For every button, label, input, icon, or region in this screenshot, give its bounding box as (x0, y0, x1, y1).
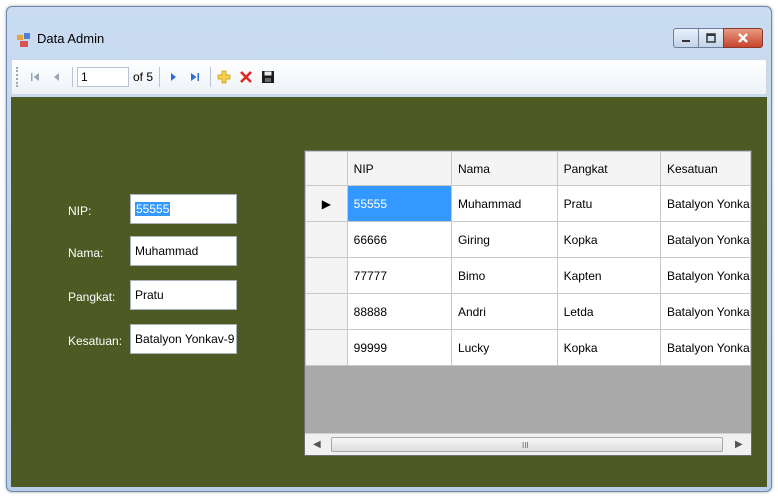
table-cell[interactable]: 77777 (346, 257, 452, 294)
table-cell[interactable]: Pratu (556, 185, 661, 222)
column-header-nip[interactable]: NIP (346, 151, 452, 186)
table-row[interactable]: ▶ 55555 Muhammad Pratu Batalyon Yonka (305, 185, 751, 222)
minimize-button[interactable] (673, 28, 699, 48)
table-cell[interactable]: Batalyon Yonka (659, 185, 751, 222)
table-cell[interactable]: Bimo (450, 257, 558, 294)
save-button[interactable] (259, 67, 277, 87)
column-header-nama[interactable]: Nama (450, 151, 558, 186)
table-cell[interactable]: Batalyon Yonka (659, 293, 751, 330)
table-cell[interactable]: 99999 (346, 329, 452, 366)
nama-label: Nama: (68, 246, 104, 260)
last-record-button[interactable] (186, 67, 204, 87)
nip-field[interactable]: 55555 (130, 194, 237, 224)
column-header-kesatuan[interactable]: Kesatuan (659, 151, 751, 186)
table-cell[interactable]: Muhammad (450, 185, 558, 222)
scroll-left-icon[interactable]: ◀ (313, 439, 321, 450)
form-client-area: NIP: 55555 Nama: Muhammad Pangkat: Pratu… (11, 97, 767, 487)
nip-label: NIP: (68, 204, 92, 218)
minimize-icon (682, 40, 690, 42)
toolbar-separator (210, 67, 212, 87)
table-cell[interactable]: Batalyon Yonka (659, 329, 751, 366)
window-title: Data Admin (37, 31, 105, 46)
close-button[interactable] (723, 28, 763, 48)
pangkat-label: Pangkat: (68, 290, 116, 304)
kesatuan-label: Kesatuan: (68, 334, 123, 348)
nama-field[interactable]: Muhammad (130, 236, 237, 266)
next-record-icon (171, 73, 177, 81)
table-cell[interactable]: Batalyon Yonka (659, 257, 751, 294)
maximize-button[interactable] (698, 28, 724, 48)
delete-icon (240, 71, 252, 83)
binding-navigator: of 5 (11, 59, 767, 95)
scrollbar-grip: III (522, 441, 529, 450)
corner-header-cell[interactable] (305, 151, 348, 186)
row-header[interactable] (305, 257, 348, 294)
table-cell[interactable]: Batalyon Yonka (659, 221, 751, 258)
data-grid[interactable]: NIP Nama Pangkat Kesatuan ▶ 55555 Muhamm… (304, 150, 752, 456)
row-header-current[interactable]: ▶ (305, 185, 348, 222)
table-row[interactable]: 88888 Andri Letda Batalyon Yonka (305, 293, 751, 330)
kesatuan-value: Batalyon Yonkav-9 (135, 332, 235, 346)
table-row[interactable]: 99999 Lucky Kopka Batalyon Yonka (305, 329, 751, 366)
title-bar[interactable]: Data Admin (7, 7, 771, 53)
table-cell[interactable]: Andri (450, 293, 558, 330)
pangkat-field[interactable]: Pratu (130, 280, 237, 310)
nama-value: Muhammad (135, 244, 199, 258)
table-cell[interactable]: Kopka (556, 221, 661, 258)
header-row: NIP Nama Pangkat Kesatuan (305, 151, 751, 186)
nip-value: 55555 (135, 202, 171, 216)
first-record-button[interactable] (26, 67, 44, 87)
add-new-button[interactable] (215, 67, 233, 87)
app-icon (17, 33, 30, 47)
scrollbar-thumb[interactable]: III (331, 437, 723, 452)
scroll-right-icon[interactable]: ▶ (735, 439, 743, 450)
table-row[interactable]: 77777 Bimo Kapten Batalyon Yonka (305, 257, 751, 294)
previous-record-icon (54, 73, 59, 81)
table-cell[interactable]: Giring (450, 221, 558, 258)
data-grid-table: NIP Nama Pangkat Kesatuan ▶ 55555 Muhamm… (305, 151, 751, 366)
row-header[interactable] (305, 221, 348, 258)
table-cell[interactable]: Lucky (450, 329, 558, 366)
kesatuan-field[interactable]: Batalyon Yonkav-9 (130, 324, 237, 354)
row-header[interactable] (305, 293, 348, 330)
position-input[interactable] (77, 67, 129, 87)
table-cell[interactable]: 66666 (346, 221, 452, 258)
column-header-pangkat[interactable]: Pangkat (556, 151, 661, 186)
close-icon (738, 33, 748, 43)
horizontal-scrollbar[interactable]: ◀ III ▶ (305, 433, 751, 455)
row-header[interactable] (305, 329, 348, 366)
maximize-icon (706, 33, 716, 43)
first-record-icon (31, 73, 39, 81)
table-cell[interactable]: Letda (556, 293, 661, 330)
save-icon (262, 71, 275, 83)
last-record-icon (191, 73, 200, 81)
table-cell[interactable]: 88888 (346, 293, 452, 330)
pangkat-value: Pratu (135, 288, 164, 302)
table-row[interactable]: 66666 Giring Kopka Batalyon Yonka (305, 221, 751, 258)
delete-button[interactable] (237, 67, 255, 87)
record-count-label: of 5 (133, 70, 154, 84)
next-record-button[interactable] (164, 67, 182, 87)
table-cell[interactable]: 55555 (346, 185, 452, 222)
toolbar-grip[interactable] (16, 67, 22, 87)
table-cell[interactable]: Kopka (556, 329, 661, 366)
table-cell[interactable]: Kapten (556, 257, 661, 294)
toolbar-separator (159, 67, 161, 87)
previous-record-button[interactable] (48, 67, 66, 87)
add-icon (217, 70, 231, 84)
main-window: Data Admin of 5 (6, 6, 772, 492)
window-controls (673, 28, 763, 50)
toolbar-separator (72, 67, 73, 87)
